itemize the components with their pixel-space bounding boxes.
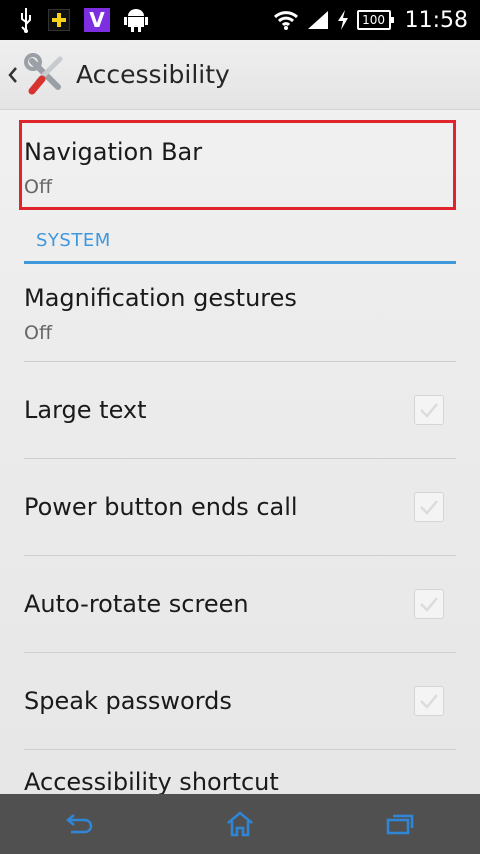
home-icon [227, 811, 253, 837]
large-text-checkbox[interactable] [414, 395, 444, 425]
v-app-icon: V [84, 8, 110, 32]
back-button[interactable] [50, 794, 110, 854]
divider [24, 749, 456, 750]
check-icon [420, 403, 438, 418]
large-text-item[interactable]: Large text [24, 396, 456, 424]
item-title: Power button ends call [24, 493, 298, 521]
divider [24, 458, 456, 459]
section-label: SYSTEM [36, 230, 111, 251]
divider [24, 555, 456, 556]
auto-rotate-screen-checkbox[interactable] [414, 589, 444, 619]
item-title: Accessibility shortcut [24, 768, 279, 796]
signal-icon [307, 10, 329, 30]
recents-icon [386, 814, 414, 835]
android-icon [124, 7, 148, 33]
clock: 11:58 [404, 7, 468, 33]
home-button[interactable] [210, 794, 270, 854]
auto-rotate-screen-item[interactable]: Auto-rotate screen [24, 590, 456, 618]
usb-icon [18, 7, 34, 33]
check-icon [420, 597, 438, 612]
speak-passwords-checkbox[interactable] [414, 686, 444, 716]
check-icon [420, 694, 438, 709]
battery-level: 100 [362, 13, 386, 27]
settings-tools-icon [24, 52, 68, 97]
magnification-gestures-item[interactable]: Magnification gestures Off [24, 284, 456, 344]
divider [24, 361, 456, 362]
power-button-ends-call-item[interactable]: Power button ends call [24, 493, 456, 521]
highlight-frame [19, 120, 456, 210]
item-title: Auto-rotate screen [24, 590, 249, 618]
item-title: Large text [24, 396, 147, 424]
action-bar[interactable]: Accessibility [0, 40, 480, 110]
page-title: Accessibility [76, 60, 230, 89]
item-title: Magnification gestures [24, 284, 297, 312]
item-summary: Off [24, 322, 53, 344]
app-notification-icon [48, 9, 70, 31]
chevron-left-icon[interactable] [4, 60, 22, 90]
wifi-icon [273, 9, 299, 31]
item-title: Speak passwords [24, 687, 232, 715]
section-header-system: SYSTEM [24, 224, 456, 264]
system-nav-bar [0, 794, 480, 854]
back-icon [66, 814, 93, 834]
accessibility-shortcut-item[interactable]: Accessibility shortcut [24, 768, 456, 796]
speak-passwords-item[interactable]: Speak passwords [24, 687, 456, 715]
status-bar: V 100 11:58 [0, 0, 480, 40]
charging-icon [337, 10, 349, 30]
battery-icon: 100 [356, 10, 394, 30]
power-button-ends-call-checkbox[interactable] [414, 492, 444, 522]
divider [24, 652, 456, 653]
recents-button[interactable] [370, 794, 430, 854]
check-icon [420, 500, 438, 515]
